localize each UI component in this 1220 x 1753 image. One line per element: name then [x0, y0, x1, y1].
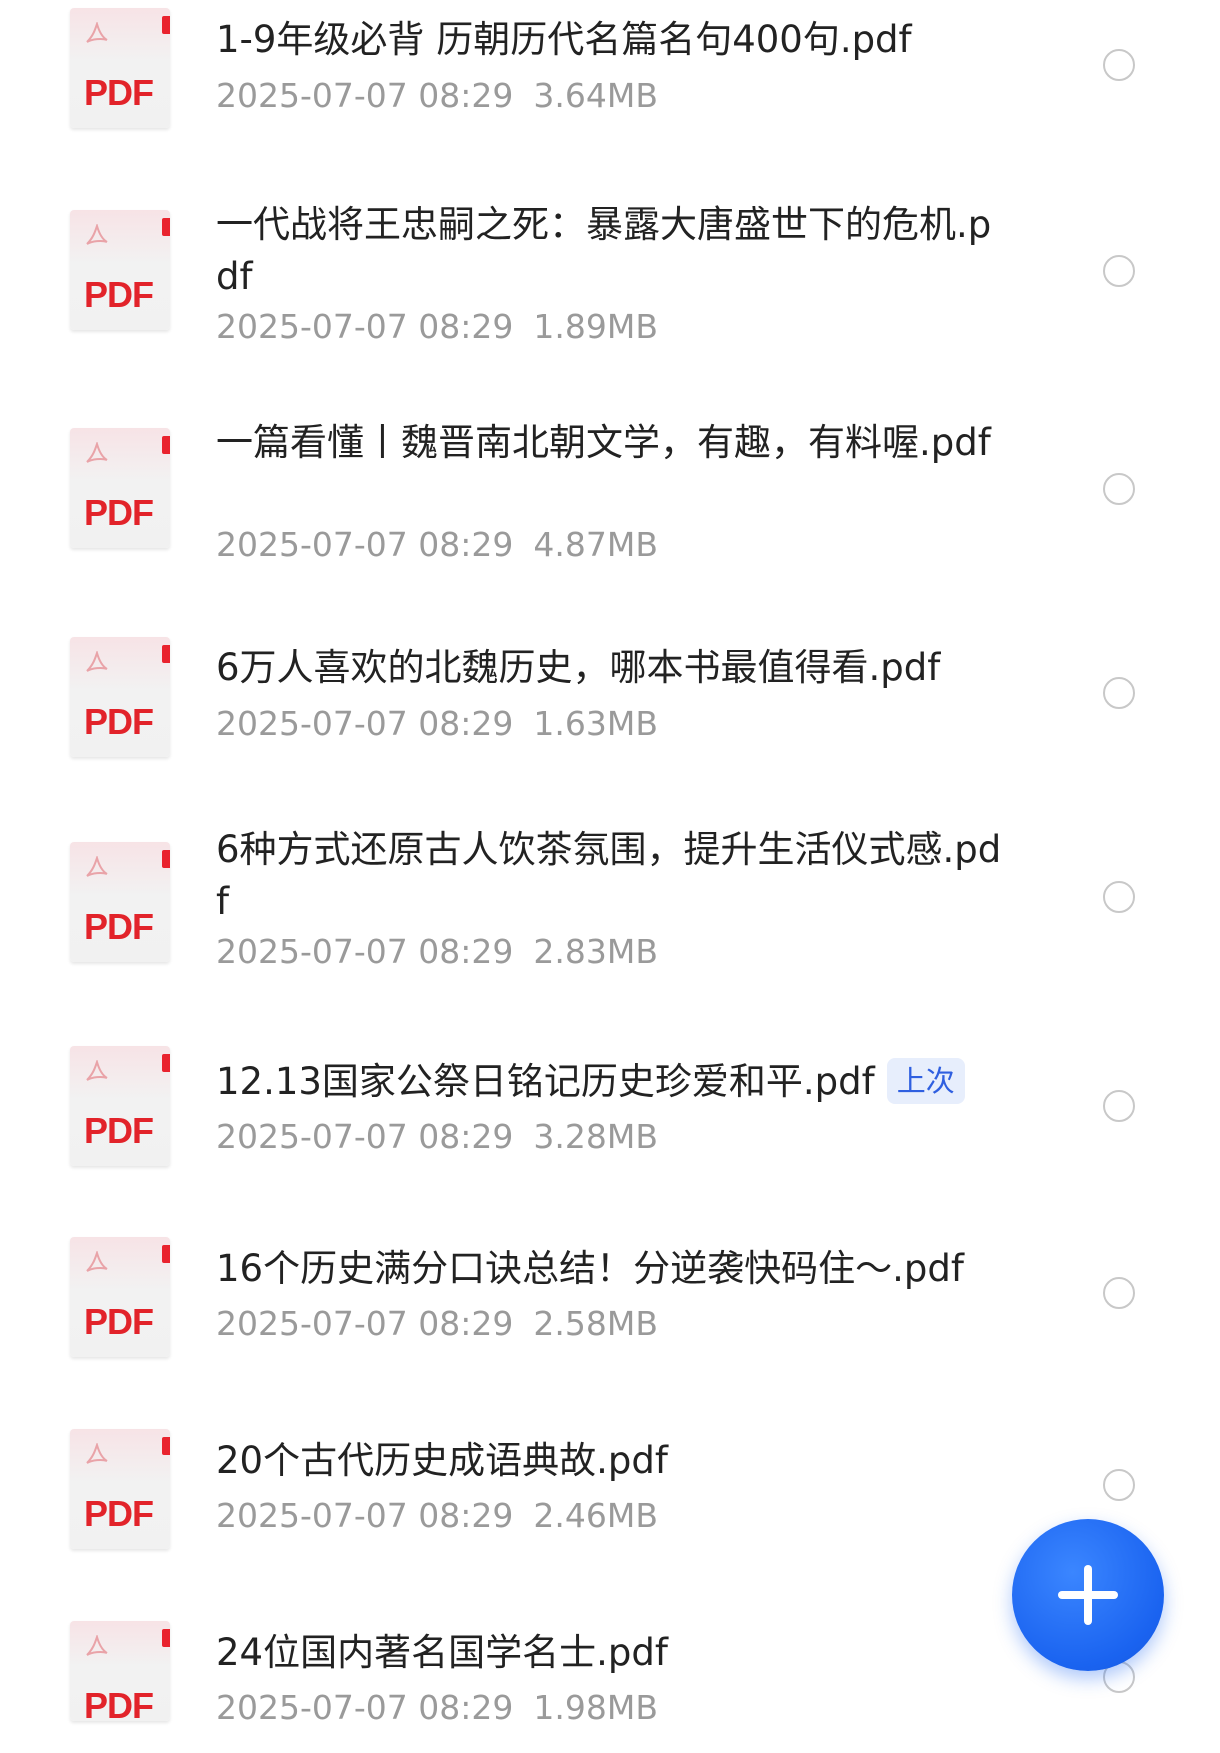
acrobat-icon [86, 651, 108, 672]
file-meta: 2025-07-07 08:29 1.89MB [216, 307, 658, 347]
file-name: 一篇看懂丨魏晋南北朝文学，有趣，有料喔.pdf [216, 421, 991, 464]
pdf-label: PDF [84, 701, 154, 742]
pdf-label: PDF [84, 1110, 154, 1151]
pdf-label: PDF [84, 906, 154, 947]
file-corner-mark [162, 1054, 170, 1072]
plus-icon [1058, 1565, 1118, 1625]
last-opened-badge: 上次 [886, 1058, 965, 1104]
pdf-label: PDF [84, 1685, 154, 1721]
file-item[interactable]: PDF 一代战将王忠嗣之死：暴露大唐盛世下的危机.pdf 2025-07-07 … [0, 180, 1220, 398]
acrobat-icon [86, 1443, 108, 1464]
file-list: PDF 1-9年级必背 历朝历代名篇名句400句.pdf 2025-07-07 … [0, 0, 1220, 1753]
file-meta: 2025-07-07 08:29 2.46MB [216, 1496, 658, 1536]
select-radio[interactable] [1103, 1277, 1135, 1309]
pdf-label: PDF [84, 1301, 154, 1342]
pdf-label: PDF [84, 72, 154, 113]
file-corner-mark [162, 1437, 170, 1455]
file-size: 4.87MB [533, 525, 658, 564]
file-item[interactable]: PDF 12.13国家公祭日铭记历史珍爱和平.pdf 上次 2025-07-07 … [0, 1024, 1220, 1209]
file-name: 20个古代历史成语典故.pdf [216, 1439, 668, 1482]
file-meta: 2025-07-07 08:29 3.28MB [216, 1117, 658, 1157]
file-name: 16个历史满分口诀总结！分逆袭快码住～.pdf [216, 1247, 964, 1290]
file-meta: 2025-07-07 08:29 1.63MB [216, 704, 658, 744]
file-meta: 2025-07-07 08:29 2.83MB [216, 932, 658, 972]
file-name: 一代战将王忠嗣之死：暴露大唐盛世下的危机.pdf [216, 203, 992, 298]
select-radio[interactable] [1103, 1469, 1135, 1501]
file-corner-mark [162, 645, 170, 663]
pdf-file-icon: PDF [70, 637, 170, 757]
file-size: 2.46MB [533, 1496, 658, 1535]
select-radio[interactable] [1103, 473, 1135, 505]
file-name: 1-9年级必背 历朝历代名篇名句400句.pdf [216, 18, 912, 61]
file-name-text: 12.13国家公祭日铭记历史珍爱和平.pdf [216, 1060, 875, 1103]
file-date: 2025-07-07 08:29 [216, 1304, 514, 1343]
pdf-file-icon: PDF [70, 1046, 170, 1166]
file-item[interactable]: PDF 6种方式还原古人饮茶氛围，提升生活仪式感.pdf 2025-07-07 … [0, 794, 1220, 1024]
pdf-file-icon: PDF [70, 1621, 170, 1721]
file-date: 2025-07-07 08:29 [216, 1688, 514, 1727]
file-size: 2.58MB [533, 1304, 658, 1343]
file-corner-mark [162, 16, 170, 34]
acrobat-icon [86, 1060, 108, 1081]
file-item[interactable]: PDF 1-9年级必背 历朝历代名篇名句400句.pdf 2025-07-07 … [0, 0, 1220, 180]
file-corner-mark [162, 436, 170, 454]
select-radio[interactable] [1103, 1090, 1135, 1122]
file-meta: 2025-07-07 08:29 3.64MB [216, 76, 658, 116]
file-size: 1.89MB [533, 307, 658, 346]
pdf-label: PDF [84, 1493, 154, 1534]
file-name: 12.13国家公祭日铭记历史珍爱和平.pdf 上次 [216, 1056, 1006, 1108]
file-item[interactable]: PDF 16个历史满分口诀总结！分逆袭快码住～.pdf 2025-07-07 0… [0, 1209, 1220, 1400]
file-date: 2025-07-07 08:29 [216, 1496, 514, 1535]
pdf-file-icon: PDF [70, 1237, 170, 1357]
pdf-file-icon: PDF [70, 428, 170, 548]
select-radio[interactable] [1103, 255, 1135, 287]
file-date: 2025-07-07 08:29 [216, 525, 514, 564]
file-date: 2025-07-07 08:29 [216, 932, 514, 971]
pdf-file-icon: PDF [70, 842, 170, 962]
file-corner-mark [162, 218, 170, 236]
file-meta: 2025-07-07 08:29 2.58MB [216, 1304, 658, 1344]
file-size: 1.98MB [533, 1688, 658, 1727]
add-fab-button[interactable] [1012, 1519, 1164, 1671]
file-corner-mark [162, 1245, 170, 1263]
file-name: 6种方式还原古人饮茶氛围，提升生活仪式感.pdf [216, 828, 1002, 923]
acrobat-icon [86, 1251, 108, 1272]
file-date: 2025-07-07 08:29 [216, 76, 514, 115]
acrobat-icon [86, 224, 108, 245]
file-corner-mark [162, 850, 170, 868]
file-size: 1.63MB [533, 704, 658, 743]
file-name: 6万人喜欢的北魏历史，哪本书最值得看.pdf [216, 646, 941, 689]
pdf-label: PDF [84, 492, 154, 533]
file-item[interactable]: PDF 6万人喜欢的北魏历史，哪本书最值得看.pdf 2025-07-07 08… [0, 616, 1220, 794]
pdf-file-icon: PDF [70, 1429, 170, 1549]
select-radio[interactable] [1103, 881, 1135, 913]
select-radio[interactable] [1103, 677, 1135, 709]
file-date: 2025-07-07 08:29 [216, 704, 514, 743]
file-size: 2.83MB [533, 932, 658, 971]
pdf-file-icon: PDF [70, 8, 170, 128]
file-meta: 2025-07-07 08:29 4.87MB [216, 525, 658, 565]
acrobat-icon [86, 1635, 108, 1656]
file-item[interactable]: PDF 一篇看懂丨魏晋南北朝文学，有趣，有料喔.pdf 2025-07-07 0… [0, 398, 1220, 616]
file-size: 3.64MB [533, 76, 658, 115]
acrobat-icon [86, 22, 108, 43]
file-size: 3.28MB [533, 1117, 658, 1156]
file-date: 2025-07-07 08:29 [216, 1117, 514, 1156]
file-corner-mark [162, 1629, 170, 1647]
file-name: 24位国内著名国学名士.pdf [216, 1631, 668, 1674]
select-radio[interactable] [1103, 49, 1135, 81]
acrobat-icon [86, 442, 108, 463]
file-date: 2025-07-07 08:29 [216, 307, 514, 346]
pdf-file-icon: PDF [70, 210, 170, 330]
file-meta: 2025-07-07 08:29 1.98MB [216, 1688, 658, 1728]
pdf-label: PDF [84, 274, 154, 315]
acrobat-icon [86, 856, 108, 877]
